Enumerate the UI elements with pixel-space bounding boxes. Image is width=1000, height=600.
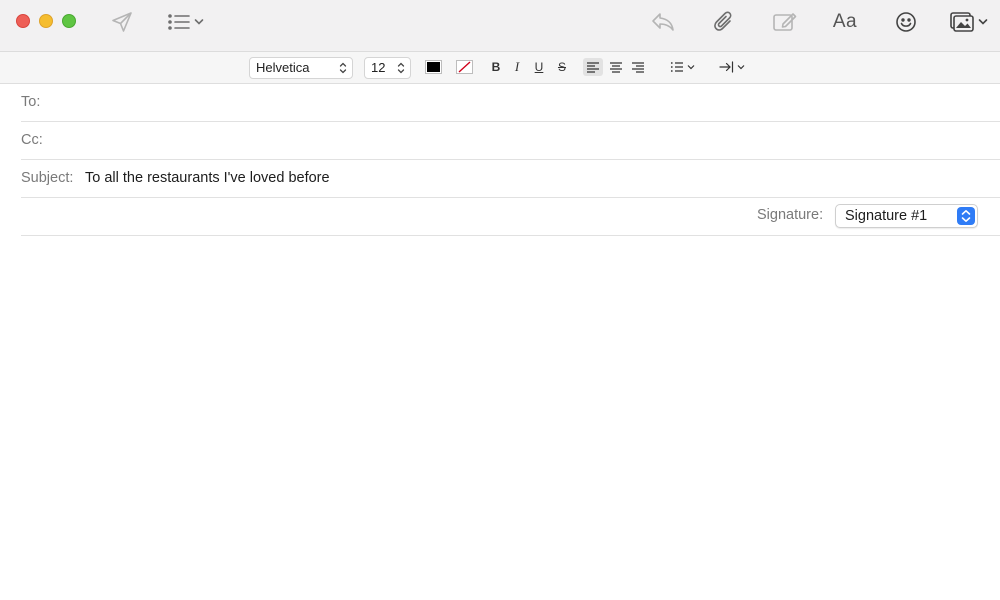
no-color-icon [458,61,471,73]
to-label: To: [21,94,41,110]
format-icon: Aa [832,11,858,32]
background-color-well[interactable] [456,60,473,74]
message-body[interactable] [0,235,1000,600]
photo-browser-icon [949,12,974,32]
up-down-arrows-icon [397,62,405,74]
window-toolbar: Aa [0,0,1000,52]
text-color-swatch [427,62,440,72]
bulleted-list-icon [670,62,683,72]
font-size-select[interactable]: 12 [364,57,411,79]
minimize-window-button[interactable] [39,14,53,28]
subject-field[interactable]: To all the restaurants I've loved before [85,170,330,186]
strikethrough-button[interactable]: S [555,58,569,76]
align-center-button[interactable] [606,58,626,76]
emoji-icon [896,12,916,32]
signature-stepper [957,207,975,225]
list-style-button[interactable] [667,58,697,76]
signature-select[interactable]: Signature #1 [835,204,978,228]
align-right-button[interactable] [628,58,648,76]
attachment-button[interactable] [712,8,736,36]
align-left-icon [587,62,599,73]
header-fields-icon [167,14,190,30]
format-button[interactable]: Aa [830,8,860,36]
emoji-button[interactable] [894,8,918,36]
up-down-arrows-icon [961,210,971,222]
up-down-arrows-icon [339,62,347,74]
align-left-button[interactable] [583,58,603,76]
chevron-down-icon [687,65,694,70]
underline-button[interactable]: U [532,58,546,76]
signature-value: Signature #1 [845,208,928,224]
reply-icon [652,13,674,31]
bold-button[interactable]: B [489,58,503,76]
send-icon [112,12,132,32]
zoom-window-button[interactable] [62,14,76,28]
markup-button[interactable] [772,8,798,36]
to-field-row[interactable]: To: [21,84,1000,122]
indent-button[interactable] [717,58,747,76]
text-color-well[interactable] [425,60,442,74]
cc-field-row[interactable]: Cc: [21,122,1000,160]
send-button[interactable] [108,8,136,36]
photo-browser-button[interactable] [946,8,990,36]
italic-button[interactable]: I [511,58,523,76]
reply-button[interactable] [650,8,676,36]
indent-icon [719,61,734,73]
font-size-value: 12 [371,60,386,75]
align-center-icon [610,62,622,73]
subject-label: Subject: [21,170,74,186]
subject-field-row[interactable]: Subject: To all the restaurants I've lov… [21,160,1000,198]
markup-icon [773,13,797,31]
align-right-icon [632,62,644,73]
chevron-down-icon [194,19,203,25]
chevron-down-icon [978,19,987,25]
attachment-icon [714,11,732,31]
close-window-button[interactable] [16,14,30,28]
font-family-value: Helvetica [256,60,310,75]
chevron-down-icon [737,65,745,70]
signature-label: Signature: [757,207,824,223]
header-fields-button[interactable] [164,8,206,36]
font-family-select[interactable]: Helvetica [249,57,353,79]
cc-label: Cc: [21,132,43,148]
